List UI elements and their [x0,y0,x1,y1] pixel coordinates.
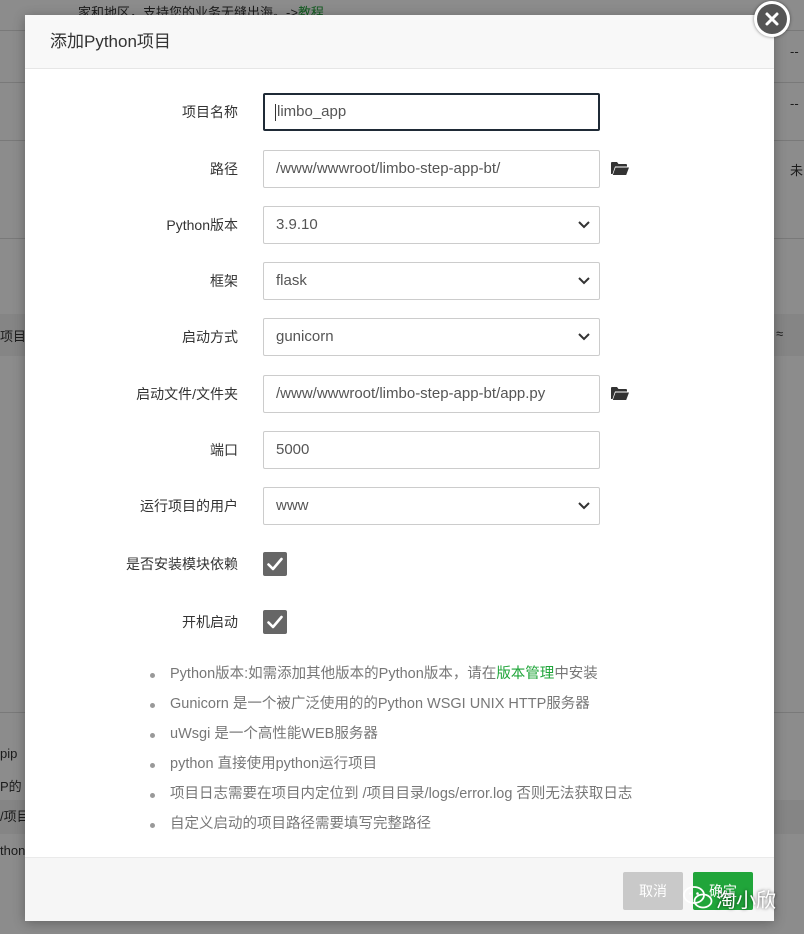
cancel-button[interactable]: 取消 [623,872,683,910]
startup-file-input[interactable]: /www/wwwroot/limbo-step-app-bt/app.py [263,375,600,413]
run-user-label: 运行项目的用户 [140,498,238,514]
checkmark-icon [267,615,283,629]
python-version-label: Python版本 [166,217,238,233]
watermark: 淘小欣 [683,878,776,918]
form-row-startup-mode: 启动方式 gunicorn [25,318,774,356]
path-label: 路径 [210,161,238,177]
add-python-project-dialog: 添加Python项目 项目名称 limbo_app 路径 /www/wwwroo… [25,15,774,921]
path-input[interactable]: /www/wwwroot/limbo-step-app-bt/ [263,150,600,188]
folder-open-icon[interactable] [611,386,629,401]
project-name-label: 项目名称 [182,104,238,120]
help-tip: uWsgi 是一个高性能WEB服务器 [149,727,632,757]
form-row-port: 端口 5000 [25,431,774,469]
help-tip: Gunicorn 是一个被广泛使用的的Python WSGI UNIX HTTP… [149,697,632,727]
startup-mode-label: 启动方式 [182,329,238,345]
port-label: 端口 [210,442,238,458]
close-icon [765,12,779,26]
version-management-link[interactable]: 版本管理 [496,666,554,682]
framework-label: 框架 [210,273,238,289]
install-deps-checkbox[interactable] [263,552,287,576]
framework-select[interactable]: flask [263,262,600,300]
form-row-path: 路径 /www/wwwroot/limbo-step-app-bt/ [25,150,774,188]
text-cursor [275,103,276,121]
python-version-select[interactable]: 3.9.10 [263,206,600,244]
chevron-down-icon [578,502,590,510]
form-row-framework: 框架 flask [25,262,774,300]
form-row-autostart: 开机启动 [25,603,774,641]
port-input[interactable]: 5000 [263,431,600,469]
dialog-footer: 取消 确定 [25,857,774,921]
autostart-label: 开机启动 [182,614,238,630]
form-row-python-version: Python版本 3.9.10 [25,206,774,244]
form-row-startup-file: 启动文件/文件夹 /www/wwwroot/limbo-step-app-bt/… [25,375,774,413]
form-row-install-deps: 是否安装模块依赖 [25,545,774,583]
startup-file-label: 启动文件/文件夹 [136,386,238,402]
folder-open-icon[interactable] [611,161,629,176]
startup-mode-select[interactable]: gunicorn [263,318,600,356]
chevron-down-icon [578,221,590,229]
checkmark-icon [267,557,283,571]
help-tip: Python版本:如需添加其他版本的Python版本，请在版本管理中安装 [149,666,632,697]
project-name-input[interactable]: limbo_app [263,93,600,131]
run-user-select[interactable]: www [263,487,600,525]
help-tips-list: Python版本:如需添加其他版本的Python版本，请在版本管理中安装 Gun… [149,666,632,847]
help-tip: python 直接使用python运行项目 [149,757,632,787]
form-row-run-user: 运行项目的用户 www [25,487,774,525]
form-row-project-name: 项目名称 limbo_app [25,93,774,131]
autostart-checkbox[interactable] [263,610,287,634]
chevron-down-icon [578,333,590,341]
watermark-text: 淘小欣 [716,889,776,912]
help-tip: 项目日志需要在项目内定位到 /项目目录/logs/error.log 否则无法获… [149,787,632,817]
close-button[interactable] [754,1,790,37]
chevron-down-icon [578,277,590,285]
help-tip: 自定义启动的项目路径需要填写完整路径 [149,817,632,847]
dialog-title: 添加Python项目 [25,15,774,69]
install-deps-label: 是否安装模块依赖 [126,556,238,572]
wechat-icon [683,886,713,909]
